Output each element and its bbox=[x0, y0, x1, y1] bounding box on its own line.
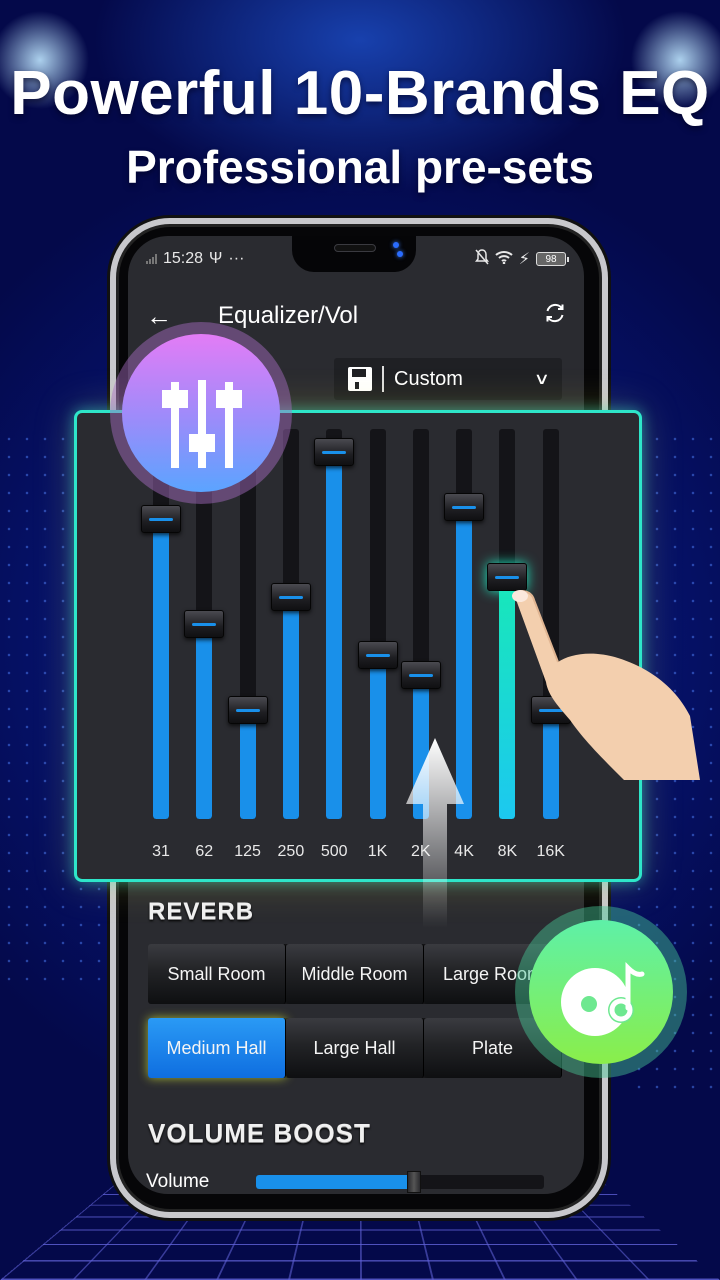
promo-stage: Powerful 10-Brands EQ Professional pre-s… bbox=[0, 0, 720, 1280]
bolt-icon: ⚡︎ bbox=[518, 251, 530, 268]
pointing-hand-icon bbox=[512, 590, 700, 780]
eq-band-thumb[interactable] bbox=[184, 610, 225, 638]
eq-band-thumb[interactable] bbox=[357, 641, 398, 670]
reverb-row: Medium Hall Large Hall Plate bbox=[148, 1018, 562, 1078]
floppy-disk-icon[interactable] bbox=[348, 367, 372, 391]
page-title: Equalizer/Vol bbox=[218, 302, 359, 329]
eq-band-fill bbox=[153, 518, 169, 819]
reverb-options: Small Room Middle Room Large Room Medium Ha… bbox=[148, 944, 562, 1092]
preset-selected-value: Custom bbox=[394, 367, 463, 390]
eq-band-thumb[interactable] bbox=[270, 582, 311, 611]
volume-label: Volume bbox=[146, 1171, 210, 1192]
preset-dropdown[interactable]: Custom ∨ bbox=[334, 358, 562, 400]
volume-row: Volume bbox=[146, 1170, 546, 1194]
status-time: 15:28 bbox=[163, 250, 204, 267]
eq-band-fill bbox=[369, 655, 386, 819]
eq-band-fill bbox=[239, 709, 256, 819]
status-more: ··· bbox=[228, 250, 245, 267]
volume-slider-thumb[interactable] bbox=[407, 1171, 422, 1193]
promo-headline: Powerful 10-Brands EQ bbox=[10, 59, 710, 128]
bell-off-icon bbox=[474, 248, 489, 270]
eq-band-fill bbox=[196, 624, 213, 819]
music-disc-icon bbox=[561, 961, 645, 1036]
usb-icon: Ψ bbox=[209, 250, 223, 267]
sliders-icon bbox=[162, 380, 242, 468]
volume-slider[interactable] bbox=[256, 1171, 544, 1193]
eq-band-track[interactable] bbox=[369, 429, 386, 819]
reverb-row: Small Room Middle Room Large Room bbox=[148, 944, 562, 1004]
eq-band-slider-500[interactable] bbox=[314, 429, 355, 819]
refresh-button[interactable] bbox=[544, 302, 566, 330]
reverb-option-middle-room[interactable]: Middle Room bbox=[286, 944, 424, 1004]
reverb-section-title: REVERB bbox=[148, 898, 255, 925]
chevron-down-icon: ∨ bbox=[533, 371, 551, 388]
signal-icon bbox=[146, 254, 157, 264]
battery-indicator: 98 bbox=[536, 252, 569, 266]
refresh-icon bbox=[546, 303, 564, 323]
eq-band-thumb[interactable] bbox=[314, 438, 355, 467]
volume-slider-fill bbox=[256, 1175, 415, 1189]
volume-boost-title: VOLUME BOOST bbox=[148, 1118, 371, 1148]
eq-band-slider-1k[interactable] bbox=[357, 429, 398, 819]
promo-subheadline: Professional pre-sets bbox=[126, 141, 594, 193]
equalizer-feature-badge bbox=[110, 322, 292, 504]
music-feature-badge bbox=[515, 906, 687, 1078]
eq-band-fill bbox=[326, 452, 343, 819]
eq-band-thumb[interactable] bbox=[444, 493, 485, 521]
eq-band-label: 16K bbox=[536, 843, 565, 860]
reverb-option-medium-hall[interactable]: Medium Hall bbox=[148, 1018, 286, 1078]
eq-band-fill bbox=[282, 596, 299, 819]
eq-band-thumb[interactable] bbox=[141, 504, 181, 533]
wifi-icon bbox=[495, 250, 513, 269]
eq-band-thumb[interactable] bbox=[227, 695, 268, 724]
eq-band-thumb[interactable] bbox=[400, 660, 441, 689]
eq-band-track[interactable] bbox=[326, 429, 343, 819]
swipe-up-arrow-icon bbox=[406, 738, 464, 928]
eq-band-track[interactable] bbox=[282, 429, 299, 819]
divider bbox=[382, 366, 384, 392]
reverb-option-small-room[interactable]: Small Room bbox=[148, 944, 286, 1004]
status-bar: 15:28 Ψ ··· ⚡︎ 98 bbox=[146, 248, 569, 270]
reverb-option-large-hall[interactable]: Large Hall bbox=[286, 1018, 424, 1078]
